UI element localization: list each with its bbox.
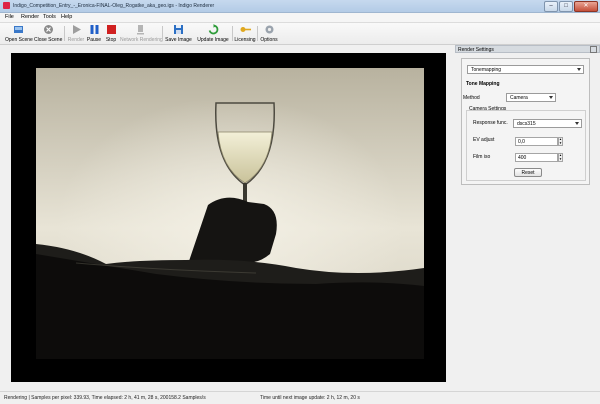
response-function-value: dscs315 <box>517 121 536 127</box>
ev-adjust-value: 0,0 <box>518 139 525 145</box>
licensing-button[interactable]: Licensing <box>234 24 256 43</box>
close-scene-icon <box>43 24 54 35</box>
toolbar-separator <box>232 26 233 41</box>
method-select[interactable]: Camera <box>506 93 556 102</box>
panel-title: Render Settings <box>458 47 494 53</box>
stop-label: Stop <box>105 37 117 43</box>
status-bar: Rendering | Samples per pixel: 339.93, T… <box>0 391 600 404</box>
chevron-down-icon <box>549 96 553 99</box>
network-icon <box>135 24 146 35</box>
chevron-down-icon <box>575 122 579 125</box>
toolbar-separator <box>257 26 258 41</box>
open-scene-icon <box>13 24 24 35</box>
method-select-value: Camera <box>510 95 528 101</box>
response-function-label: Response func. <box>473 120 508 126</box>
restore-panel-icon[interactable] <box>590 46 597 53</box>
toolbar: Open Scene Close Scene Render Pause Stop… <box>0 23 600 45</box>
update-image-button[interactable]: Update Image <box>196 24 230 43</box>
update-image-label: Update Image <box>197 37 229 43</box>
menu-bar: File Render Tools Help <box>0 13 600 23</box>
open-scene-button[interactable]: Open Scene <box>5 24 33 43</box>
network-rendering-button[interactable]: Network Rendering <box>120 24 163 43</box>
menu-help[interactable]: Help <box>61 14 72 20</box>
toolbar-separator <box>162 26 163 41</box>
options-label: Options <box>260 37 278 43</box>
menu-render[interactable]: Render <box>21 14 39 20</box>
response-function-select[interactable]: dscs315 <box>513 119 582 128</box>
toolbar-separator <box>64 26 65 41</box>
method-label: Method <box>463 95 480 101</box>
rendered-image <box>36 68 424 359</box>
menu-tools[interactable]: Tools <box>43 14 56 20</box>
pause-icon <box>89 24 100 35</box>
close-scene-button[interactable]: Close Scene <box>34 24 62 43</box>
update-icon <box>208 24 219 35</box>
save-icon <box>173 24 184 35</box>
key-icon <box>240 24 251 35</box>
render-status-text: Rendering | Samples per pixel: 339.93, T… <box>4 395 206 401</box>
film-iso-value: 400 <box>518 155 527 161</box>
ev-adjust-spinner[interactable]: ▲ ▼ <box>558 137 563 146</box>
tone-mapping-heading: Tone Mapping <box>466 81 500 87</box>
pause-button[interactable]: Pause <box>86 24 102 43</box>
film-iso-label: Film iso <box>473 154 491 160</box>
render-settings-header: Render Settings <box>455 45 600 53</box>
film-iso-spinner[interactable]: ▲ ▼ <box>558 153 563 162</box>
camera-settings-group: Response func. dscs315 EV adjust 0,0 ▲ ▼ … <box>466 110 586 181</box>
reset-button[interactable]: Reset <box>514 168 542 177</box>
save-image-button[interactable]: Save Image <box>165 24 192 43</box>
ev-adjust-label: EV adjust <box>473 137 495 143</box>
section-select[interactable]: Tonemapping <box>467 65 584 74</box>
network-rendering-label: Network Rendering <box>120 37 163 43</box>
stop-icon <box>106 24 117 35</box>
close-scene-label: Close Scene <box>34 37 63 43</box>
licensing-label: Licensing <box>234 37 256 43</box>
close-button[interactable]: ✕ <box>574 1 598 12</box>
menu-file[interactable]: File <box>5 14 14 20</box>
window-title: Indigo_Competition_Entry_-_Eronica-FINAL… <box>13 3 215 9</box>
render-label: Render <box>67 37 85 43</box>
pause-label: Pause <box>86 37 102 43</box>
render-icon <box>71 24 82 35</box>
save-image-label: Save Image <box>165 37 192 43</box>
render-viewport[interactable] <box>11 53 446 382</box>
section-select-value: Tonemapping <box>471 67 502 73</box>
chevron-down-icon <box>577 68 581 71</box>
options-button[interactable]: Options <box>259 24 279 43</box>
ev-adjust-input[interactable]: 0,0 <box>515 137 558 146</box>
render-settings-panel: Tonemapping Tone Mapping Method Camera C… <box>461 58 590 185</box>
title-bar: Indigo_Competition_Entry_-_Eronica-FINAL… <box>0 0 600 13</box>
render-button[interactable]: Render <box>67 24 85 43</box>
gear-icon <box>264 24 275 35</box>
stop-button[interactable]: Stop <box>103 24 119 43</box>
app-icon <box>3 2 10 9</box>
minimize-button[interactable]: – <box>544 1 558 12</box>
maximize-button[interactable]: □ <box>559 1 573 12</box>
film-iso-input[interactable]: 400 <box>515 153 558 162</box>
open-scene-label: Open Scene <box>5 37 33 43</box>
next-update-text: Time until next image update: 2 h, 12 m,… <box>260 395 360 401</box>
